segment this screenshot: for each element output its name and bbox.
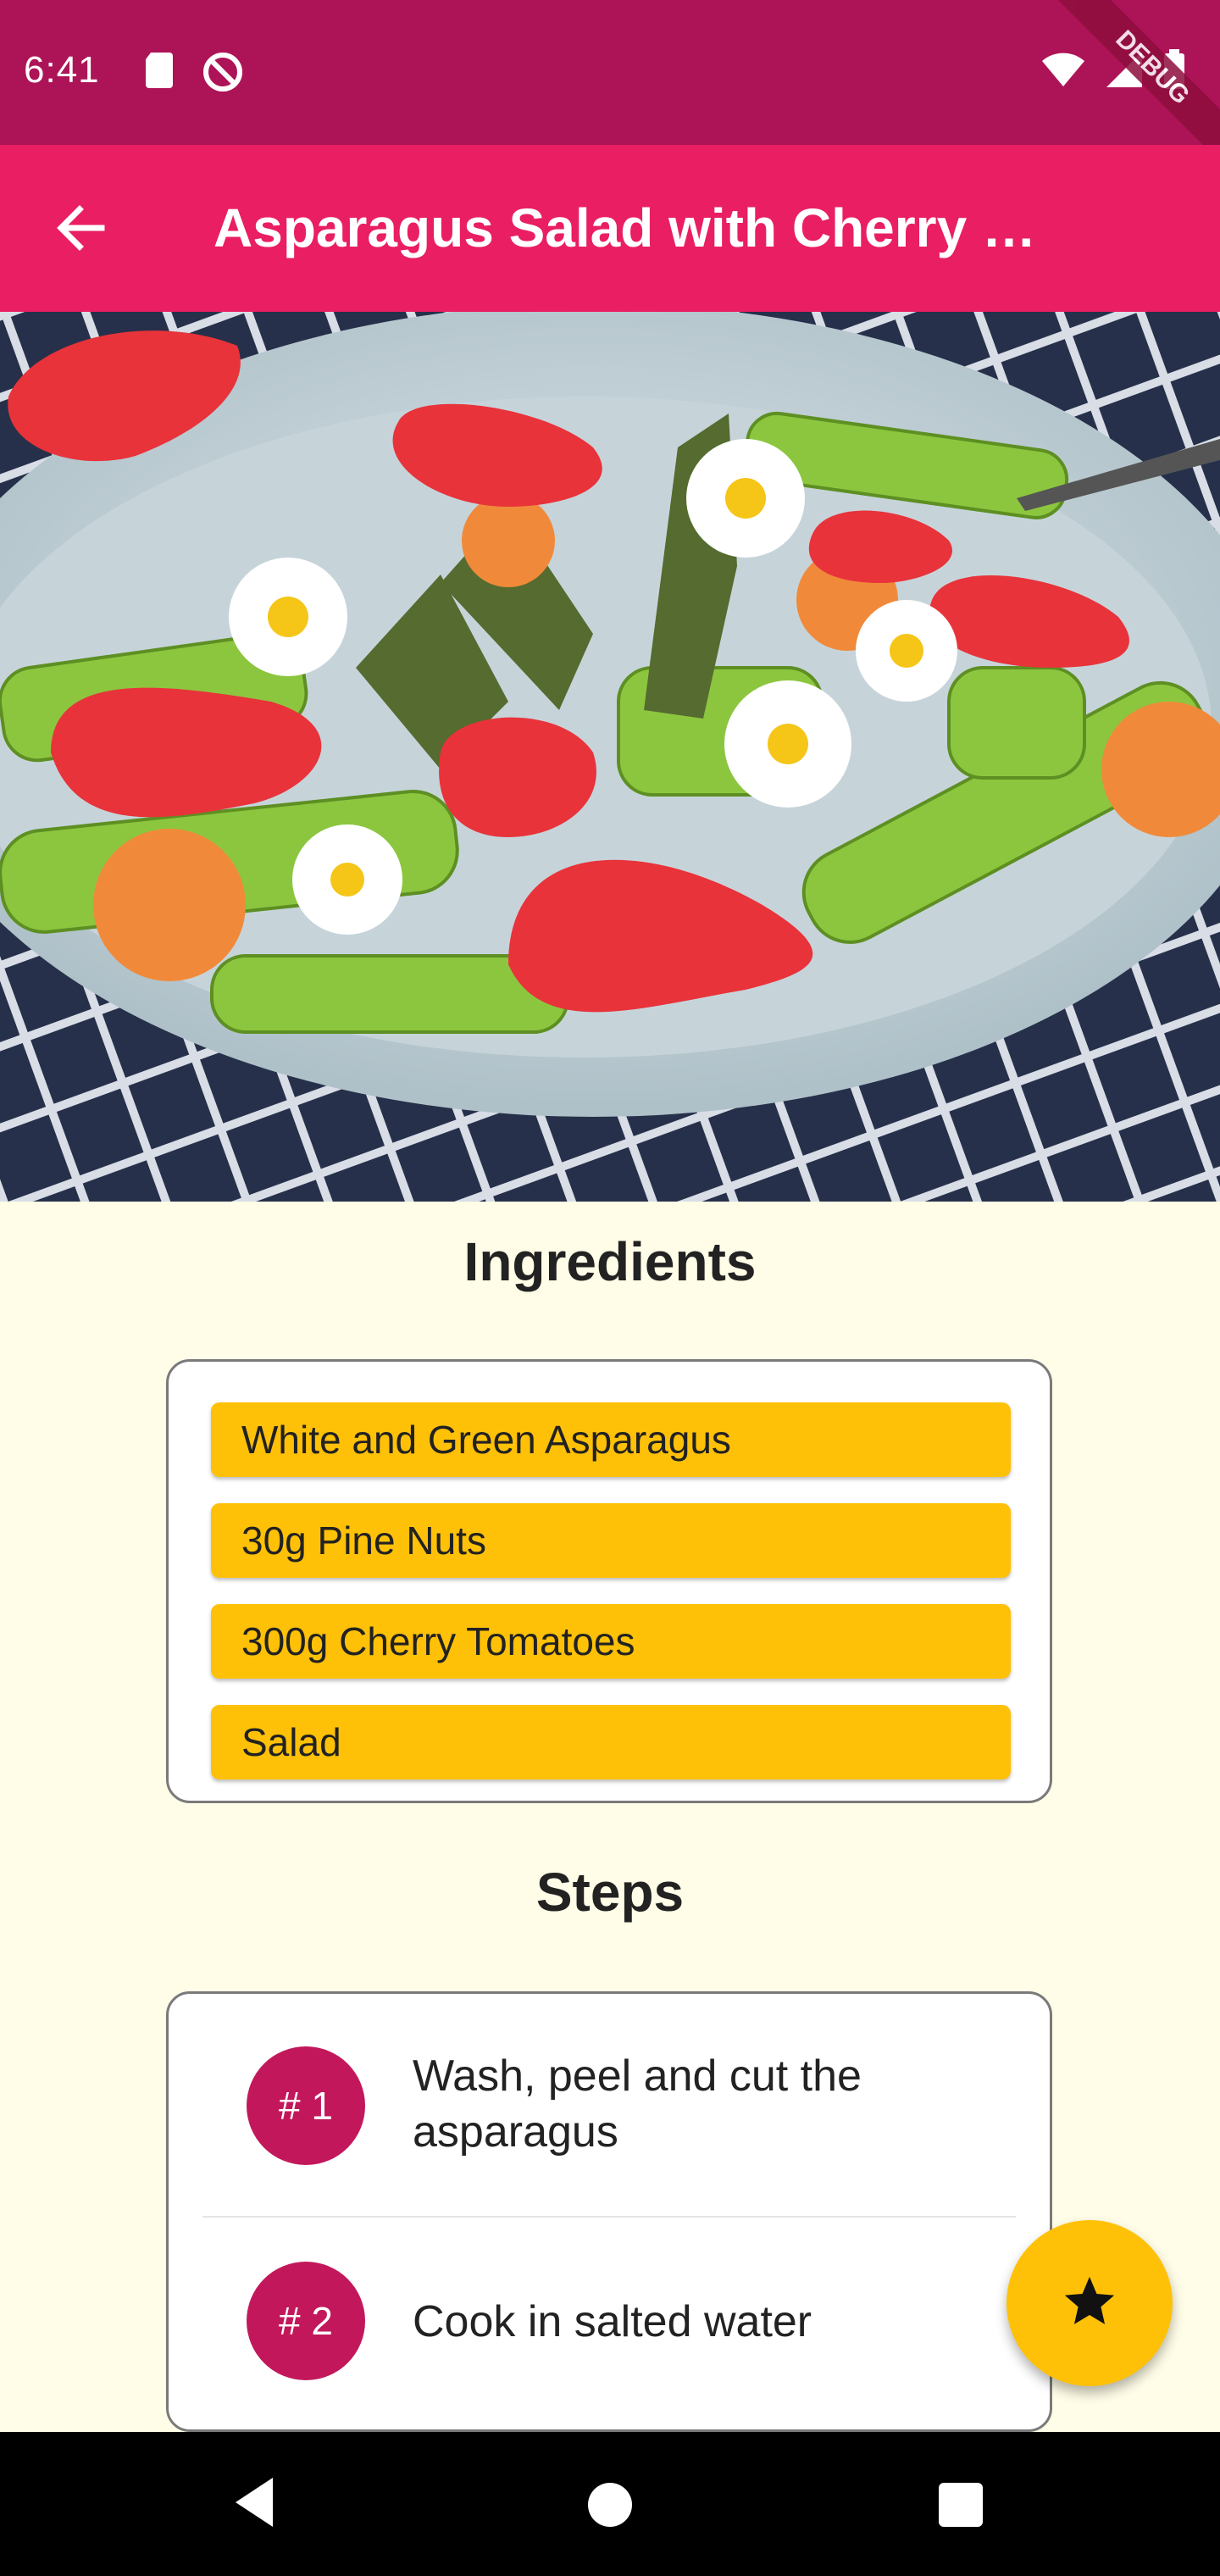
- nav-back-icon[interactable]: [229, 2473, 280, 2536]
- favorite-fab[interactable]: [1006, 2220, 1173, 2386]
- ingredients-title: Ingredients: [463, 1231, 757, 1292]
- ingredients-card[interactable]: White and Green Asparagus 30g Pine Nuts …: [166, 1359, 1052, 1803]
- system-nav-bar: [0, 2432, 1220, 2576]
- ingredient-item: Salad: [211, 1705, 1011, 1779]
- status-bar: 6:41 DEBUG: [0, 0, 1220, 171]
- page-title: Asparagus Salad with Cherry …: [214, 197, 1036, 258]
- nav-home-icon[interactable]: [588, 2483, 632, 2527]
- step-item[interactable]: # 1 Wash, peel and cut the asparagus: [169, 1994, 1050, 2206]
- steps-title: Steps: [535, 1862, 685, 1923]
- status-time: 6:41: [24, 49, 100, 91]
- step-text: Cook in salted water: [413, 2297, 812, 2346]
- app-bar: Asparagus Salad with Cherry …: [0, 145, 1220, 312]
- nav-recents-icon[interactable]: [939, 2483, 983, 2527]
- star-icon: [1060, 2272, 1119, 2335]
- back-button[interactable]: [47, 194, 115, 262]
- sd-card-icon: [142, 51, 176, 97]
- recipe-image: [0, 312, 1220, 1202]
- ingredient-item: 300g Cherry Tomatoes: [211, 1604, 1011, 1679]
- step-text: Wash, peel and cut the asparagus: [413, 2051, 862, 2157]
- wifi-icon: [1040, 51, 1086, 92]
- steps-card[interactable]: # 1 Wash, peel and cut the asparagus # 2…: [166, 1991, 1052, 2432]
- step-number-badge: # 2: [247, 2262, 365, 2380]
- arrow-back-icon: [47, 205, 115, 265]
- step-item[interactable]: # 2 Cook in salted water: [169, 2218, 1050, 2429]
- ingredient-item: 30g Pine Nuts: [211, 1503, 1011, 1578]
- do-not-disturb-icon: [202, 51, 244, 97]
- step-number-badge: # 1: [247, 2046, 365, 2165]
- ingredient-item: White and Green Asparagus: [211, 1402, 1011, 1477]
